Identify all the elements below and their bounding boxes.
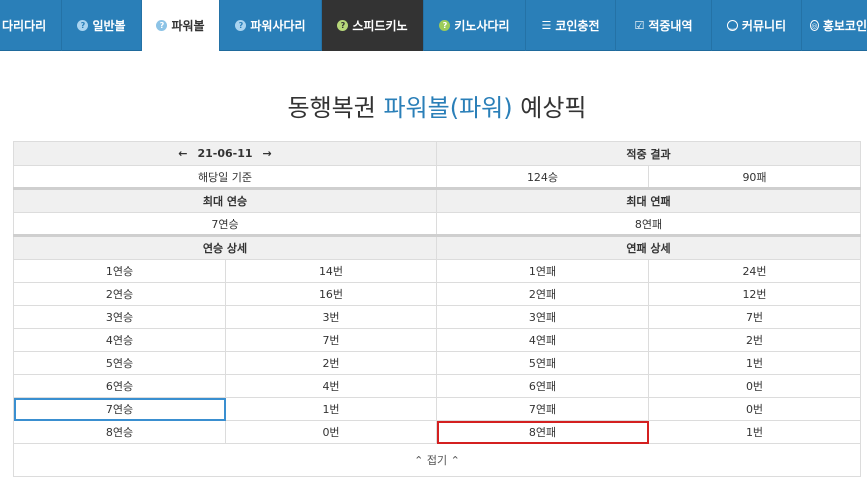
- table-row: 1연승 14번 1연패 24번: [13, 259, 861, 283]
- win-count-cell: 7번: [225, 328, 437, 352]
- title-prefix: 동행복권: [287, 94, 376, 122]
- wins-value: 124승: [436, 165, 649, 189]
- question-icon: ?: [439, 20, 451, 31]
- date-cell: ← 21-06-11 →: [13, 141, 437, 166]
- table-row: 6연승 4번 6연패 0번: [13, 374, 861, 398]
- win-streak-cell: 2연승: [13, 282, 226, 306]
- max-streak-header-row: 최대 연승 최대 연패: [13, 187, 861, 213]
- prev-arrow-icon[interactable]: ←: [178, 147, 187, 160]
- nav-item-label: 키노사다리: [454, 19, 510, 33]
- smile-icon: ‿: [726, 20, 738, 31]
- nav-item-label: 코인충전: [555, 19, 600, 33]
- win-count-cell: 2번: [225, 351, 437, 375]
- nav-item-coin-charge[interactable]: ☰ 코인충전: [526, 0, 616, 51]
- table-row: 3연승 3번 3연패 7번: [13, 305, 861, 329]
- fold-row: ⌃ 접기 ⌃: [13, 443, 861, 477]
- table-row: 7연승 1번 7연패 0번: [13, 397, 861, 421]
- top-nav: 다리다리 ? 일반볼 ? 파워볼 ? 파워사다리 ? 스피드키노 ? 키노사다리…: [0, 0, 867, 51]
- lose-count-cell: 12번: [648, 282, 861, 306]
- max-lose-streak-label: 최대 연패: [436, 187, 861, 213]
- win-detail-label: 연승 상세: [13, 234, 437, 260]
- nav-item-label: 다리다리: [2, 19, 47, 33]
- lose-count-cell: 7번: [648, 305, 861, 329]
- lose-streak-cell: 1연패: [436, 259, 649, 283]
- nav-item-speed-keno[interactable]: ? 스피드키노: [322, 0, 424, 51]
- basis-label: 해당일 기준: [13, 165, 437, 189]
- nav-item-label: 파워사다리: [250, 19, 306, 33]
- lose-count-cell: 2번: [648, 328, 861, 352]
- lose-streak-cell-highlighted: 8연패: [436, 420, 649, 444]
- max-win-streak-value: 7연승: [13, 212, 437, 236]
- page-title: 동행복권 파워볼(파워) 예상픽: [0, 88, 867, 123]
- nav-item-general-ball[interactable]: ? 일반볼: [62, 0, 142, 51]
- win-count-cell: 4번: [225, 374, 437, 398]
- lose-count-cell: 0번: [648, 397, 861, 421]
- date-header-row: ← 21-06-11 → 적중 결과: [13, 141, 861, 166]
- title-highlight: 파워볼(파워): [383, 94, 513, 122]
- lose-streak-cell: 2연패: [436, 282, 649, 306]
- nav-item-power-ladder[interactable]: ? 파워사다리: [220, 0, 322, 51]
- lose-streak-cell: 3연패: [436, 305, 649, 329]
- lose-streak-cell: 7연패: [436, 397, 649, 421]
- win-streak-cell: 1연승: [13, 259, 226, 283]
- win-streak-cell: 3연승: [13, 305, 226, 329]
- lose-count-cell: 1번: [648, 420, 861, 444]
- nav-item-hit-history[interactable]: ☑ 적중내역: [616, 0, 712, 51]
- nav-item-label: 파워볼: [171, 19, 205, 33]
- question-icon: ?: [77, 20, 89, 31]
- stats-table: ← 21-06-11 → 적중 결과 해당일 기준 124승 90패 최대 연승 최…: [13, 141, 861, 477]
- title-suffix: 예상픽: [520, 94, 587, 122]
- fold-button[interactable]: ⌃ 접기 ⌃: [414, 454, 460, 467]
- date-label: 21-06-11: [197, 147, 253, 160]
- max-streak-row: 7연승 8연패: [13, 212, 861, 236]
- win-count-cell: 0번: [225, 420, 437, 444]
- hit-result-label: 적중 결과: [436, 141, 861, 166]
- nav-item-powerball[interactable]: ? 파워볼: [142, 0, 220, 51]
- win-streak-cell: 6연승: [13, 374, 226, 398]
- max-win-streak-label: 최대 연승: [13, 187, 437, 213]
- lose-streak-cell: 4연패: [436, 328, 649, 352]
- win-streak-cell: 8연승: [13, 420, 226, 444]
- lose-streak-cell: 5연패: [436, 351, 649, 375]
- lose-count-cell: 24번: [648, 259, 861, 283]
- nav-item-community[interactable]: ‿ 커뮤니티: [712, 0, 802, 51]
- win-streak-cell: 4연승: [13, 328, 226, 352]
- result-row: 해당일 기준 124승 90패: [13, 165, 861, 189]
- lose-detail-label: 연패 상세: [436, 234, 861, 260]
- next-arrow-icon[interactable]: →: [263, 147, 272, 160]
- nav-item-label: 적중내역: [648, 19, 693, 33]
- question-icon: ?: [337, 20, 349, 31]
- win-streak-cell: 5연승: [13, 351, 226, 375]
- losses-value: 90패: [648, 165, 861, 189]
- win-count-cell: 14번: [225, 259, 437, 283]
- database-icon: ☰: [541, 19, 552, 32]
- nav-item-label: 일반볼: [92, 19, 126, 33]
- max-lose-streak-value: 8연패: [436, 212, 861, 236]
- win-count-cell: 16번: [225, 282, 437, 306]
- table-row: 4연승 7번 4연패 2번: [13, 328, 861, 352]
- nav-item-label: 홍보코인: [822, 19, 867, 33]
- win-count-cell: 1번: [225, 397, 437, 421]
- nav-item-daridari[interactable]: 다리다리: [0, 0, 62, 51]
- nav-item-label: 커뮤니티: [741, 19, 787, 33]
- detail-header-row: 연승 상세 연패 상세: [13, 234, 861, 260]
- fold-cell: ⌃ 접기 ⌃: [13, 443, 861, 477]
- table-row: 5연승 2번 5연패 1번: [13, 351, 861, 375]
- question-icon: ?: [235, 20, 247, 31]
- lose-streak-cell: 6연패: [436, 374, 649, 398]
- table-row: 2연승 16번 2연패 12번: [13, 282, 861, 306]
- coin-icon: ◎: [810, 20, 819, 31]
- nav-item-label: 스피드키노: [352, 19, 408, 33]
- lose-count-cell: 1번: [648, 351, 861, 375]
- table-row: 8연승 0번 8연패 1번: [13, 420, 861, 444]
- win-count-cell: 3번: [225, 305, 437, 329]
- lose-count-cell: 0번: [648, 374, 861, 398]
- nav-item-promo-coin[interactable]: ◎ 홍보코인: [802, 0, 867, 51]
- win-streak-cell-highlighted: 7연승: [13, 397, 226, 421]
- nav-item-keno-ladder[interactable]: ? 키노사다리: [424, 0, 526, 51]
- check-square-icon: ☑: [634, 19, 645, 32]
- question-icon: ?: [156, 20, 168, 31]
